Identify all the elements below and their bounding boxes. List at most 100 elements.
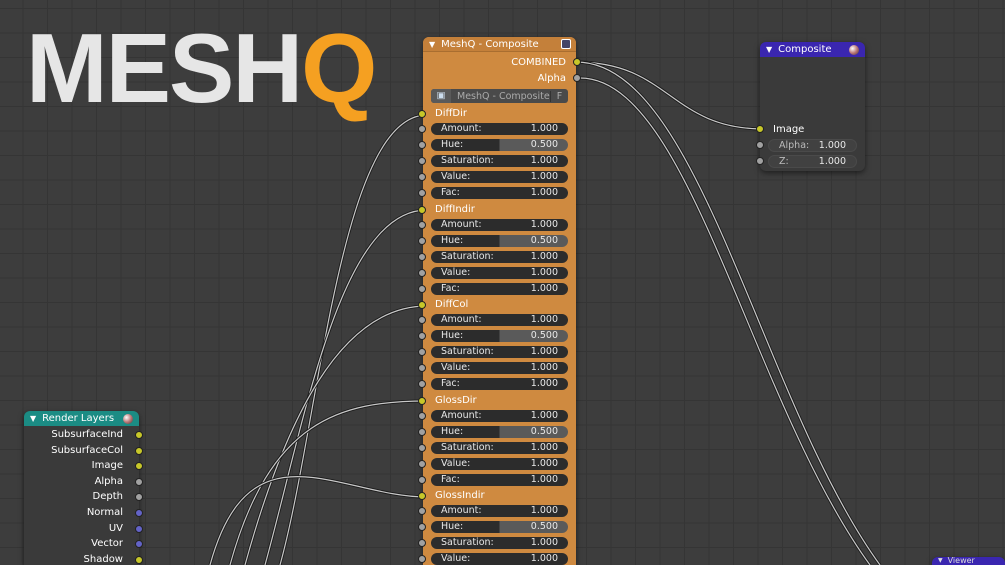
fac-slider[interactable]: Fac: 1.000: [431, 378, 568, 390]
socket-input[interactable]: [418, 316, 426, 324]
group-label: DiffCol: [435, 299, 469, 310]
saturation-slider[interactable]: Saturation: 1.000: [431, 441, 568, 454]
socket-z[interactable]: [756, 157, 764, 165]
alpha-field[interactable]: Alpha: 1.000: [768, 139, 857, 152]
collapse-triangle-icon[interactable]: ▼: [429, 40, 435, 49]
socket-image[interactable]: [756, 125, 764, 133]
socket-input[interactable]: [418, 364, 426, 372]
composite-node[interactable]: ▼ Composite Image Alpha: 1.000 Z: 1.000: [756, 42, 865, 171]
collapse-triangle-icon[interactable]: ▼: [766, 45, 772, 54]
saturation-slider[interactable]: Saturation: 1.000: [431, 155, 568, 167]
output-label: Vector: [91, 538, 123, 550]
value-slider[interactable]: Value: 1.000: [431, 457, 568, 470]
amount-slider[interactable]: Amount: 1.000: [431, 218, 568, 231]
socket-input[interactable]: [418, 236, 426, 245]
node-wire: [279, 114, 428, 565]
socket-glossindir[interactable]: [418, 492, 426, 500]
socket-output[interactable]: [135, 431, 143, 439]
socket-input[interactable]: [418, 555, 426, 563]
meshq-composite-node[interactable]: ▼ MeshQ - Composite COMBINED Alpha ▣ Mes…: [418, 37, 581, 565]
viewer-node[interactable]: ▼ Viewer: [932, 557, 1005, 565]
amount-slider[interactable]: Amount: 1.000: [431, 505, 568, 517]
value-slider[interactable]: Value: 1.000: [431, 266, 568, 279]
node-wire: [244, 305, 428, 565]
socket-output[interactable]: [135, 555, 143, 564]
socket-input[interactable]: [418, 141, 426, 149]
fake-user-button[interactable]: F: [550, 90, 568, 102]
input-image-label: Image: [773, 124, 805, 135]
z-field[interactable]: Z: 1.000: [768, 155, 857, 168]
collapse-triangle-icon[interactable]: ▼: [938, 557, 943, 565]
node-header[interactable]: ▼ Composite: [760, 42, 865, 57]
output-label: Image: [91, 460, 123, 472]
socket-input[interactable]: [418, 125, 426, 133]
socket-input[interactable]: [418, 523, 426, 531]
socket-input[interactable]: [418, 539, 426, 547]
saturation-slider[interactable]: Saturation: 1.000: [431, 250, 568, 263]
socket-input[interactable]: [418, 332, 426, 340]
value-slider[interactable]: Value: 1.000: [431, 362, 568, 374]
node-header[interactable]: ▼ Render Layers: [24, 411, 139, 426]
socket-input[interactable]: [418, 173, 426, 181]
hue-slider[interactable]: Hue: 0.500: [431, 234, 568, 247]
socket-input[interactable]: [418, 189, 426, 197]
amount-slider[interactable]: Amount: 1.000: [431, 409, 568, 422]
socket-output[interactable]: [135, 509, 143, 517]
socket-input[interactable]: [418, 268, 426, 277]
output-alpha: Alpha: [537, 73, 566, 84]
value-slider[interactable]: Value: 1.000: [431, 171, 568, 183]
group-selector[interactable]: ▣ MeshQ - Composite F: [431, 89, 568, 103]
render-layers-node[interactable]: ▼ Render Layers SubsurfaceInd SubsurfaceC…: [24, 411, 143, 565]
socket-alpha[interactable]: [756, 141, 764, 149]
output-label: SubsurfaceInd: [51, 429, 123, 440]
meshq-logo: MESHQ: [26, 13, 377, 123]
saturation-slider[interactable]: Saturation: 1.000: [431, 537, 568, 549]
fac-slider[interactable]: Fac: 1.000: [431, 282, 568, 295]
collapse-triangle-icon[interactable]: ▼: [30, 414, 36, 423]
socket-output[interactable]: [135, 477, 143, 486]
output-label: UV: [108, 522, 123, 534]
output-label: Depth: [92, 491, 123, 503]
socket-glossdir[interactable]: [418, 396, 426, 405]
fac-slider[interactable]: Fac: 1.000: [431, 187, 568, 199]
group-label: GlossIndir: [435, 490, 485, 501]
socket-input[interactable]: [418, 427, 426, 436]
socket-diffdir[interactable]: [418, 110, 426, 118]
socket-input[interactable]: [418, 459, 426, 468]
hue-slider[interactable]: Hue: 0.500: [431, 330, 568, 342]
hue-slider[interactable]: Hue: 0.500: [431, 521, 568, 533]
socket-input[interactable]: [418, 252, 426, 261]
socket-output[interactable]: [135, 446, 143, 455]
group-name-field[interactable]: MeshQ - Composite: [457, 91, 550, 102]
node-group-icon[interactable]: [561, 39, 571, 49]
socket-input[interactable]: [418, 411, 426, 420]
socket-input[interactable]: [418, 157, 426, 165]
amount-slider[interactable]: Amount: 1.000: [431, 314, 568, 326]
socket-input[interactable]: [418, 220, 426, 229]
socket-input[interactable]: [418, 443, 426, 452]
node-title: MeshQ - Composite: [441, 38, 539, 50]
group-label: DiffIndir: [435, 203, 475, 215]
node-title: Composite: [778, 44, 832, 55]
amount-slider[interactable]: Amount: 1.000: [431, 123, 568, 135]
hue-slider[interactable]: Hue: 0.500: [431, 425, 568, 438]
socket-input[interactable]: [418, 284, 426, 293]
socket-diffcol[interactable]: [418, 301, 426, 309]
socket-input[interactable]: [418, 348, 426, 356]
socket-input[interactable]: [418, 380, 426, 388]
socket-diffindir[interactable]: [418, 205, 426, 214]
socket-combined[interactable]: [573, 58, 581, 66]
render-icon: [849, 44, 859, 55]
socket-input[interactable]: [418, 507, 426, 515]
socket-input[interactable]: [418, 475, 426, 484]
fac-slider[interactable]: Fac: 1.000: [431, 473, 568, 486]
socket-output[interactable]: [135, 524, 143, 533]
socket-alpha[interactable]: [573, 74, 581, 82]
hue-slider[interactable]: Hue: 0.500: [431, 139, 568, 151]
node-wire: [228, 399, 428, 565]
node-header[interactable]: ▼ MeshQ - Composite: [423, 37, 576, 52]
node-wire: [243, 304, 428, 565]
value-slider[interactable]: Value: 1.000: [431, 553, 568, 565]
node-tree-icon[interactable]: ▣: [431, 89, 451, 103]
saturation-slider[interactable]: Saturation: 1.000: [431, 346, 568, 358]
